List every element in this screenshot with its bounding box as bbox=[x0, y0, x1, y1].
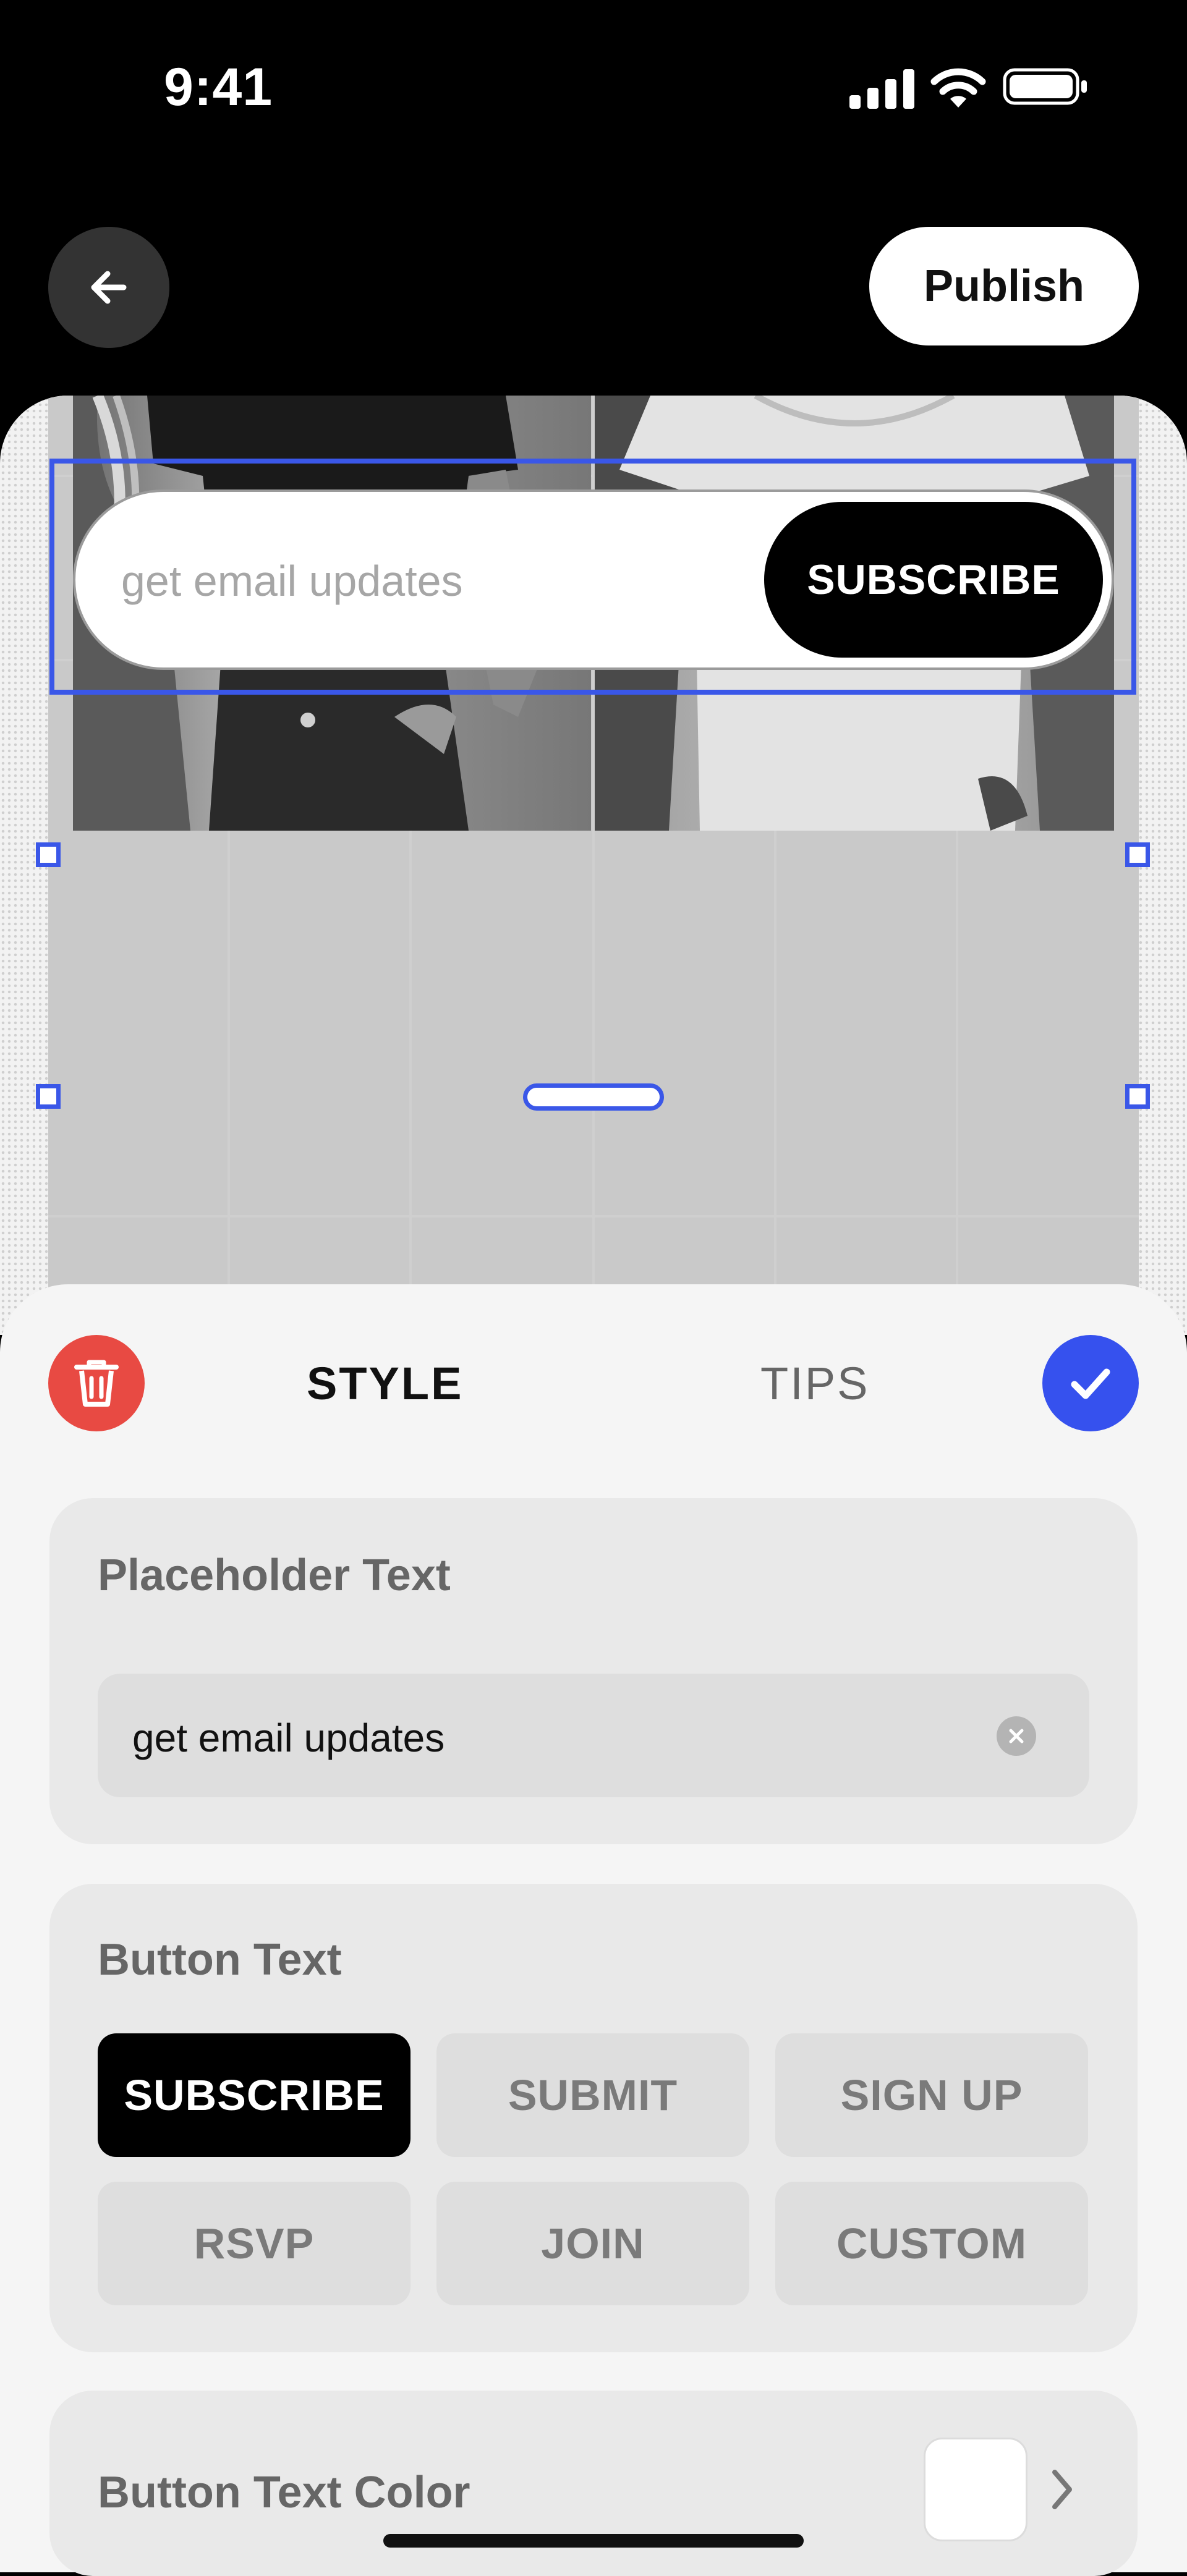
resize-handle-bottom-right[interactable] bbox=[1125, 1084, 1150, 1109]
button-text-option-join[interactable]: JOIN bbox=[436, 2182, 749, 2305]
selection-frame bbox=[49, 459, 1136, 695]
resize-handle-bottom[interactable] bbox=[523, 1083, 664, 1111]
resize-handle-top-right[interactable] bbox=[1125, 842, 1150, 867]
tab-tips[interactable]: TIPS bbox=[760, 1357, 869, 1410]
button-text-option-subscribe[interactable]: SUBSCRIBE bbox=[98, 2033, 411, 2157]
color-swatch[interactable] bbox=[924, 2438, 1027, 2541]
signal-icon bbox=[849, 69, 914, 109]
home-indicator[interactable] bbox=[383, 2534, 804, 2548]
clear-x-icon bbox=[1009, 1729, 1024, 1743]
arrow-left-icon bbox=[91, 271, 127, 304]
clear-icon[interactable] bbox=[997, 1716, 1036, 1756]
wifi-icon bbox=[930, 68, 986, 108]
confirm-button[interactable] bbox=[1042, 1335, 1139, 1431]
resize-handle-bottom-left[interactable] bbox=[36, 1084, 61, 1109]
publish-button[interactable]: Publish bbox=[869, 227, 1139, 345]
chevron-right-icon[interactable] bbox=[1050, 2467, 1074, 2512]
button-text-title: Button Text bbox=[98, 1935, 342, 1985]
button-text-color-title: Button Text Color bbox=[98, 2468, 470, 2517]
delete-button[interactable] bbox=[48, 1335, 145, 1431]
button-text-option-submit[interactable]: SUBMIT bbox=[436, 2033, 749, 2157]
button-text-option-rsvp[interactable]: RSVP bbox=[98, 2182, 411, 2305]
placeholder-text-value[interactable]: get email updates bbox=[132, 1715, 445, 1761]
placeholder-text-title: Placeholder Text bbox=[98, 1551, 451, 1600]
trash-icon bbox=[74, 1360, 119, 1407]
button-text-option-sign-up[interactable]: SIGN UP bbox=[775, 2033, 1088, 2157]
button-text-option-custom[interactable]: CUSTOM bbox=[775, 2182, 1088, 2305]
tab-style[interactable]: STYLE bbox=[307, 1357, 463, 1410]
back-button[interactable] bbox=[48, 227, 169, 348]
checkmark-icon bbox=[1071, 1368, 1110, 1399]
resize-handle-top-left[interactable] bbox=[36, 842, 61, 867]
status-time: 9:41 bbox=[164, 57, 273, 117]
battery-icon bbox=[1003, 68, 1087, 105]
